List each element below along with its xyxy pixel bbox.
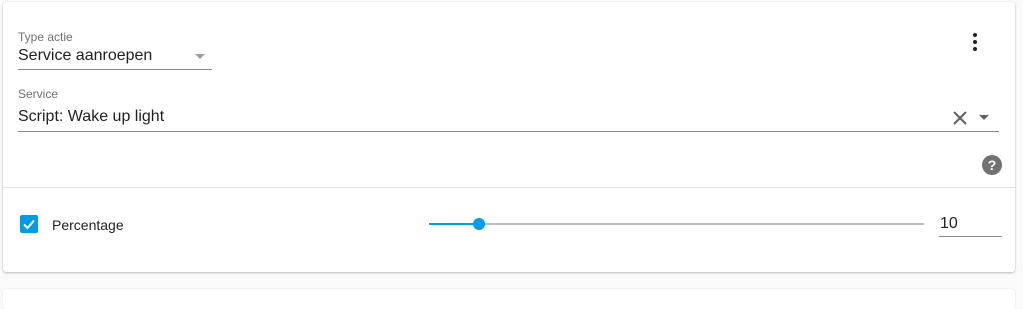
service-dropdown-icon[interactable] [979,115,989,120]
action-type-underline [18,69,212,70]
action-card: Type actie Service aanroepen Service Scr… [3,2,1015,272]
percentage-checkbox[interactable] [20,215,38,233]
close-icon[interactable] [951,109,969,127]
dots-vertical-icon[interactable] [969,33,981,51]
percentage-input[interactable] [939,214,1002,237]
slider-fill [429,223,479,225]
action-type-value: Service aanroepen [18,47,153,64]
action-type-label: Type actie [18,30,73,44]
service-underline [18,131,999,132]
percentage-slider[interactable] [429,218,924,230]
slider-thumb[interactable] [472,218,485,230]
menu-down-icon [195,54,205,59]
percentage-label: Percentage [52,217,124,233]
help-circle-icon[interactable]: ? [982,155,1002,175]
next-card [3,289,1015,309]
service-value: Script: Wake up light [18,108,165,125]
section-divider [3,187,1015,188]
service-label: Service [18,87,59,101]
check-icon [23,219,35,230]
